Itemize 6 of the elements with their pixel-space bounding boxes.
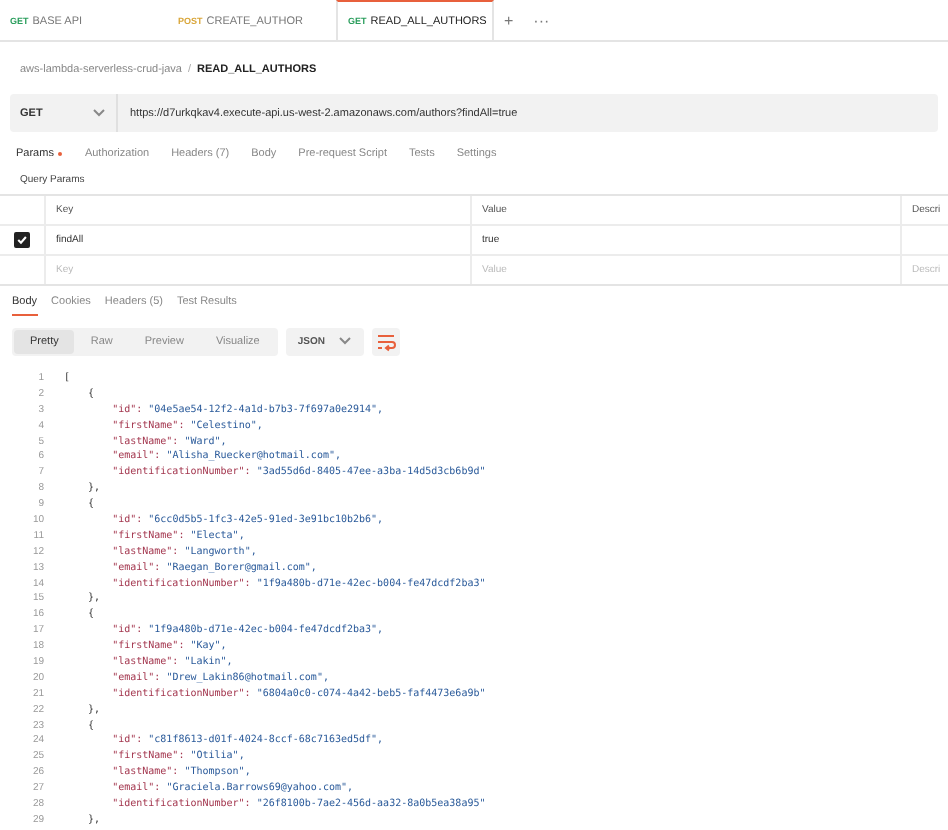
chevron-down-icon xyxy=(337,336,351,346)
checkbox[interactable] xyxy=(14,232,30,248)
chevron-down-icon xyxy=(92,108,106,118)
new-tab-button[interactable]: + xyxy=(494,0,524,40)
more-button[interactable]: ··· xyxy=(523,0,560,40)
wrap-lines-button[interactable] xyxy=(371,327,399,355)
